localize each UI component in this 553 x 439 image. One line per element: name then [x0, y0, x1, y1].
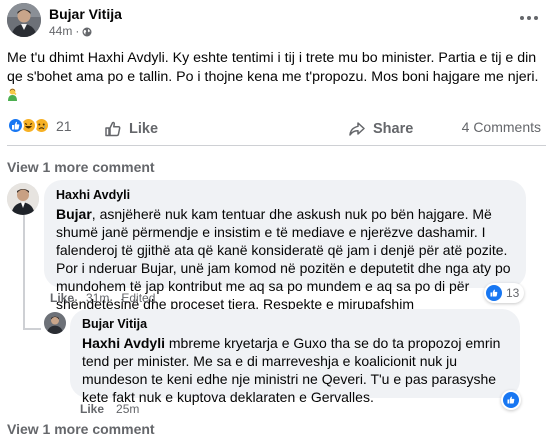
share-post[interactable]: Share: [348, 120, 413, 138]
comment-edited: Edited: [121, 291, 156, 305]
reply-like-reaction-icon: [503, 392, 519, 408]
comment-reaction-count: 13: [506, 286, 520, 300]
reply-bubble: Bujar Vitija Haxhi Avdyli mbreme kryetar…: [70, 309, 520, 405]
post-header: Bujar Vitija 44m ·: [0, 0, 553, 40]
comment-author[interactable]: Haxhi Avdyli: [56, 188, 514, 202]
reply-like-button[interactable]: Like: [80, 402, 104, 416]
comment-time[interactable]: 31m: [86, 291, 109, 305]
comments-count[interactable]: 4 Comments: [462, 119, 541, 135]
more-options-button[interactable]: [519, 10, 539, 21]
reply-author[interactable]: Bujar Vitija: [82, 317, 508, 331]
author-avatar[interactable]: [7, 3, 41, 37]
man-facepalming-emoji: [7, 88, 18, 101]
reply-reaction-badge[interactable]: [501, 390, 521, 410]
post-time[interactable]: 44m: [49, 24, 72, 38]
post-text: Me t'u dhimt Haxhi Avdyli. Ky eshte tent…: [7, 49, 547, 105]
divider: [7, 145, 546, 146]
thread-connector: [23, 328, 41, 330]
thread-line: [23, 212, 25, 330]
reply-time[interactable]: 25m: [116, 402, 139, 416]
reply-actions: Like 25m: [80, 402, 139, 416]
comment-actions: Like 31m Edited: [50, 291, 155, 305]
view-more-comments-top[interactable]: View 1 more comment: [7, 159, 155, 175]
reply-text: Haxhi Avdyli mbreme kryetarja e Guxo tha…: [82, 334, 508, 406]
like-reaction: [7, 117, 24, 134]
reply-author-avatar[interactable]: [44, 312, 66, 334]
post-reactions[interactable]: 21: [7, 117, 72, 134]
globe-icon: [82, 26, 92, 37]
comment-bubble: Haxhi Avdyli Bujar, asnjëherë nuk kam te…: [44, 180, 526, 312]
like-reaction-icon: [486, 285, 502, 301]
commenter-avatar[interactable]: [7, 183, 39, 215]
like-label: Like: [129, 121, 159, 137]
view-more-comments-bottom[interactable]: View 1 more comment: [7, 421, 155, 437]
author-name[interactable]: Bujar Vitija: [49, 6, 122, 22]
thumbs-up-icon: [105, 121, 121, 137]
comment-like-button[interactable]: Like: [50, 291, 74, 305]
reply-mention[interactable]: Haxhi Avdyli: [82, 335, 165, 351]
like-post[interactable]: Like: [104, 120, 158, 138]
more-icon: [520, 16, 538, 20]
share-arrow-icon: [349, 122, 365, 136]
post-meta: 44m ·: [49, 24, 92, 38]
meta-separator: ·: [75, 24, 80, 38]
comment-reaction-badge[interactable]: 13: [484, 283, 525, 303]
comment-mention[interactable]: Bujar: [56, 206, 92, 222]
share-label: Share: [373, 121, 414, 137]
reaction-count[interactable]: 21: [56, 118, 72, 134]
post-body: Me t'u dhimt Haxhi Avdyli. Ky eshte tent…: [7, 50, 539, 85]
